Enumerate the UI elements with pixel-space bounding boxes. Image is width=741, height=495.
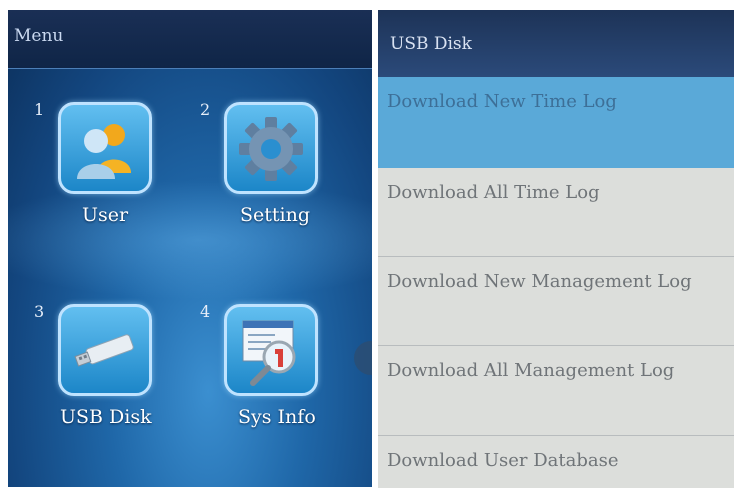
main-menu-screen: Menu 1 User 2 Setting 3 USB Disk 4 Sys I… [8, 10, 372, 487]
usb-disk-title: USB Disk [390, 34, 472, 54]
tile-icon-frame [224, 102, 318, 194]
system-info-icon [242, 320, 296, 386]
gear-icon [239, 117, 303, 181]
menu-title: Menu [14, 26, 64, 46]
tile-label: Setting [240, 204, 311, 226]
menu-item-download-new-time-log[interactable]: Download New Time Log [378, 77, 734, 168]
menu-header: Menu [8, 10, 372, 69]
usb-disk-header: USB Disk [378, 10, 734, 77]
menu-item-label: Download All Management Log [387, 360, 675, 381]
usb-drive-icon [74, 334, 134, 367]
tile-icon-frame [58, 102, 152, 194]
tile-label: USB Disk [60, 406, 152, 428]
menu-tile-usb-disk[interactable]: 3 USB Disk [34, 302, 154, 442]
usb-disk-screen: USB Disk Download New Time Log Download … [378, 10, 734, 488]
menu-tile-user[interactable]: 1 User [34, 100, 154, 240]
tile-number: 2 [200, 100, 211, 119]
tile-label: Sys Info [238, 406, 316, 428]
tile-number: 1 [34, 100, 45, 119]
menu-item-download-new-management-log[interactable]: Download New Management Log [378, 257, 734, 346]
tile-label: User [82, 204, 129, 226]
users-icon [77, 124, 131, 179]
menu-item-download-all-time-log[interactable]: Download All Time Log [378, 168, 734, 257]
menu-item-label: Download New Time Log [387, 91, 617, 112]
menu-tile-sys-info[interactable]: 4 Sys Info [200, 302, 320, 442]
menu-tile-setting[interactable]: 2 Setting [200, 100, 320, 240]
menu-item-label: Download New Management Log [387, 271, 692, 292]
tile-icon-frame [58, 304, 152, 396]
tile-number: 3 [34, 302, 45, 321]
tile-icon-frame [224, 304, 318, 396]
menu-item-label: Download All Time Log [387, 182, 600, 203]
menu-item-label: Download User Database [387, 450, 619, 471]
tile-number: 4 [200, 302, 211, 321]
menu-item-download-user-database[interactable]: Download User Database [378, 436, 734, 488]
menu-item-download-all-management-log[interactable]: Download All Management Log [378, 346, 734, 436]
next-page-arrow[interactable] [354, 341, 372, 375]
